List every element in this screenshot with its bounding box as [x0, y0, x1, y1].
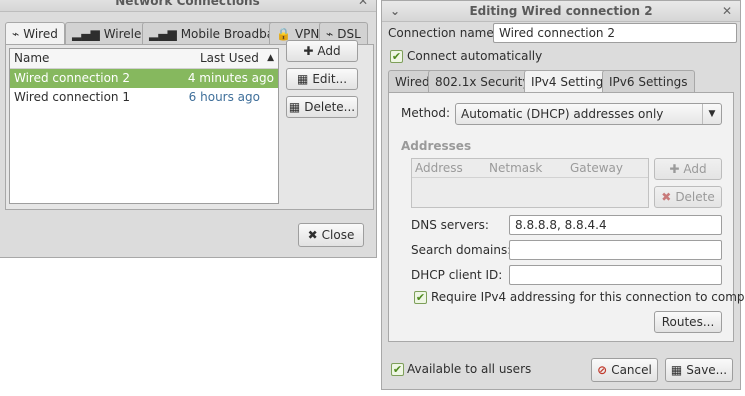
list-header: Address Netmask Gateway — [412, 159, 648, 178]
addresses-heading: Addresses — [401, 139, 472, 153]
method-select[interactable]: Automatic (DHCP) addresses only ▼ — [455, 103, 722, 125]
signal-icon: ▂▄▆ — [72, 26, 100, 41]
tab-wired[interactable]: ⌁ Wired — [5, 22, 65, 45]
settings-tabs: Wired 802.1x Security IPv4 Settings IPv6… — [388, 70, 738, 93]
connect-automatically-label[interactable]: Connect automatically — [407, 49, 542, 63]
edit-button[interactable]: ▦ Edit... — [286, 68, 358, 90]
column-name-header[interactable]: Name — [14, 49, 49, 68]
delete-button[interactable]: ▦ Delete... — [286, 96, 358, 118]
properties-icon: ▦ — [296, 72, 309, 86]
column-gateway-header: Gateway — [570, 161, 624, 175]
addresses-table[interactable]: Address Netmask Gateway — [411, 158, 649, 208]
plus-icon: ✚ — [669, 162, 680, 176]
properties-icon: ▦ — [288, 100, 301, 114]
plus-icon: ✚ — [303, 44, 314, 58]
require-ipv4-checkbox[interactable]: ✔ — [414, 291, 427, 304]
chevron-down-icon[interactable]: ⌄ — [386, 1, 404, 21]
delete-address-button[interactable]: ✖ Delete — [654, 186, 722, 208]
save-button[interactable]: ▦ Save... — [665, 358, 733, 382]
add-address-button[interactable]: ✚ Add — [654, 158, 722, 180]
available-to-all-users-checkbox[interactable]: ✔ — [391, 363, 404, 376]
add-button[interactable]: ✚ Add — [286, 40, 358, 62]
connections-list[interactable]: Name Last Used ▲ Wired connection 2 4 mi… — [9, 48, 279, 204]
close-icon[interactable]: ✕ — [354, 0, 372, 11]
close-icon: ✖ — [307, 228, 318, 242]
search-domains-label: Search domains: — [411, 243, 512, 257]
routes-button[interactable]: Routes... — [654, 311, 722, 333]
signal-icon: ▂▄▆ — [149, 26, 177, 41]
search-domains-field[interactable] — [509, 240, 722, 260]
dns-servers-label: DNS servers: — [411, 218, 489, 232]
delete-icon: ✖ — [661, 190, 672, 204]
sort-ascending-icon: ▲ — [267, 53, 274, 63]
require-ipv4-label[interactable]: Require IPv4 addressing for this connect… — [431, 290, 745, 304]
column-address-header: Address — [415, 161, 463, 175]
dns-servers-field[interactable]: 8.8.8.8, 8.8.4.4 — [509, 215, 722, 235]
table-row[interactable]: Wired connection 1 6 hours ago — [10, 88, 278, 107]
dropdown-arrow-icon: ▼ — [702, 104, 721, 124]
dhcp-client-id-field[interactable] — [509, 265, 722, 285]
tab-ipv6-settings[interactable]: IPv6 Settings — [602, 70, 695, 92]
wired-icon: ⌁ — [12, 27, 20, 41]
window-title: Editing Wired connection 2 — [469, 4, 653, 18]
connect-automatically-checkbox[interactable]: ✔ — [390, 50, 403, 63]
close-button[interactable]: ✖ Close — [298, 223, 364, 247]
ipv4-settings-panel: Method: Automatic (DHCP) addresses only … — [388, 92, 745, 342]
network-connections-window: Network Connections ✕ ⌁ Wired ▂▄▆ Wirele… — [0, 0, 377, 258]
column-netmask-header: Netmask — [489, 161, 543, 175]
edit-connection-window: ⌄ Editing Wired connection 2 ✕ Connectio… — [381, 0, 745, 390]
title-bar[interactable]: ⌄ Editing Wired connection 2 ✕ — [382, 1, 740, 22]
dhcp-client-id-label: DHCP client ID: — [411, 268, 503, 282]
cancel-icon: ⊘ — [597, 363, 608, 377]
window-title: Network Connections — [115, 0, 260, 8]
column-last-used-header[interactable]: Last Used — [200, 49, 259, 68]
table-row[interactable]: Wired connection 2 4 minutes ago — [10, 69, 278, 88]
wired-icon: ⌁ — [326, 26, 334, 41]
close-icon[interactable]: ✕ — [718, 1, 736, 21]
tab-8021x-security[interactable]: 802.1x Security — [428, 70, 537, 92]
list-header: Name Last Used ▲ — [10, 49, 278, 69]
cancel-button[interactable]: ⊘ Cancel — [591, 358, 658, 382]
wired-tab-panel: Name Last Used ▲ Wired connection 2 4 mi… — [5, 40, 374, 210]
connection-name-field[interactable]: Wired connection 2 — [493, 23, 737, 43]
method-label: Method: — [401, 106, 451, 120]
connection-name-label: Connection name: — [388, 26, 498, 40]
title-bar[interactable]: Network Connections ✕ — [0, 0, 376, 12]
save-icon: ▦ — [670, 363, 683, 377]
lock-icon: 🔒 — [276, 26, 291, 41]
available-to-all-users-label[interactable]: Available to all users — [407, 362, 531, 376]
